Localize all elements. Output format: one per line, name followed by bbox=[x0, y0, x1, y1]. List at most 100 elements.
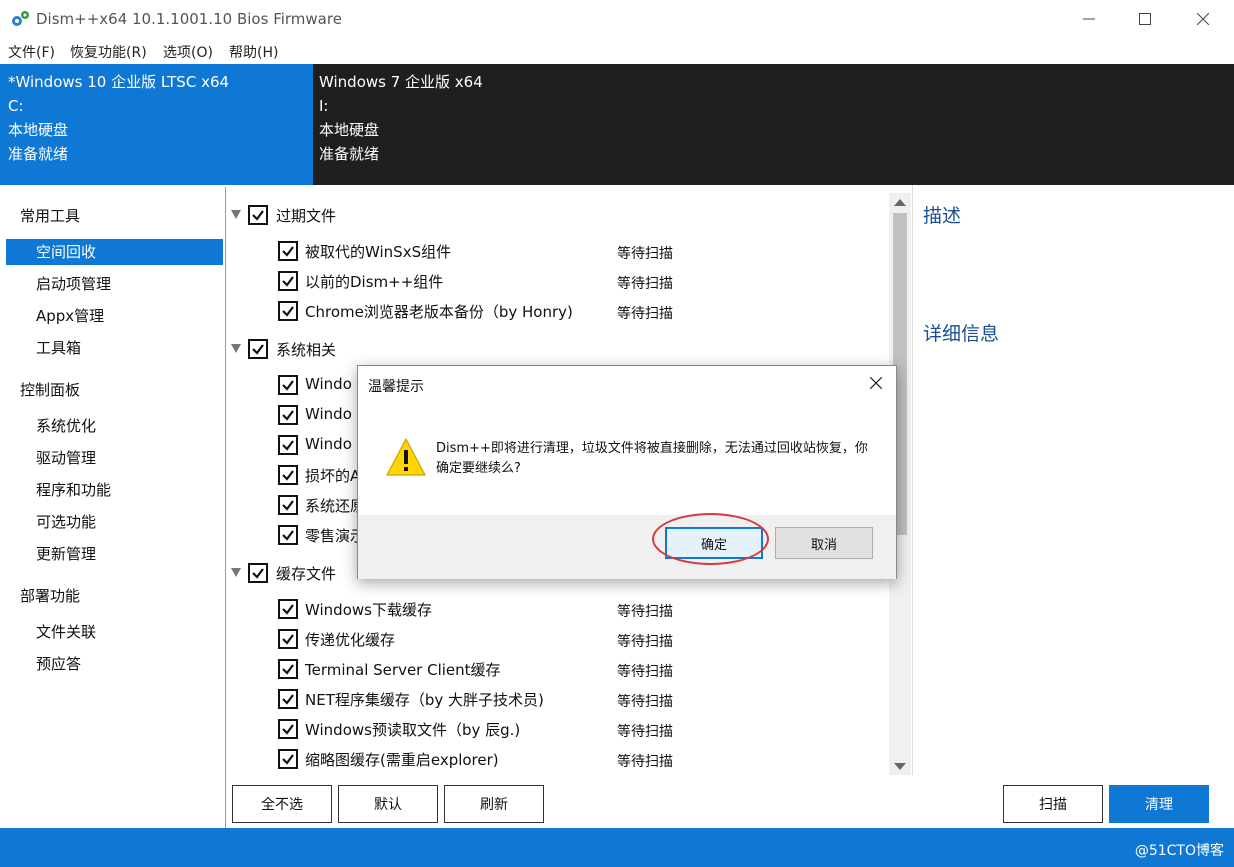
item-label: 以前的Dism++组件 bbox=[305, 273, 444, 291]
scroll-up-icon[interactable] bbox=[894, 199, 906, 206]
check-icon bbox=[282, 694, 294, 705]
dialog-message: Dism++即将进行清理，垃圾文件将被直接删除，无法通过回收站恢复，你确定要继续… bbox=[436, 441, 868, 476]
sidebar-item-answer-file[interactable]: 预应答 bbox=[6, 651, 223, 677]
session-name: *Windows 10 企业版 LTSC x64 bbox=[8, 73, 230, 91]
sidebar-group-common: 常用工具 bbox=[20, 207, 81, 225]
item-checkbox[interactable] bbox=[278, 375, 298, 395]
check-icon bbox=[252, 344, 264, 355]
watermark: @51CTO博客 bbox=[1134, 843, 1224, 859]
item-status: 等待扫描 bbox=[617, 276, 673, 292]
session-type: 本地硬盘 bbox=[319, 121, 380, 139]
group-checkbox[interactable] bbox=[248, 563, 268, 583]
item-checkbox[interactable] bbox=[278, 435, 298, 455]
item-label: 被取代的WinSxS组件 bbox=[305, 243, 452, 261]
group-checkbox[interactable] bbox=[248, 205, 268, 225]
menu-recovery[interactable]: 恢复功能(R) bbox=[70, 42, 147, 62]
item-status: 等待扫描 bbox=[617, 694, 673, 710]
scroll-down-icon[interactable] bbox=[894, 763, 906, 770]
title-bar: Dism++x64 10.1.1001.10 Bios Firmware bbox=[0, 0, 1234, 38]
description-pane: 描述 详细信息 bbox=[912, 185, 1234, 775]
item-label: Windo bbox=[305, 375, 352, 393]
check-icon bbox=[282, 754, 294, 765]
item-status: 等待扫描 bbox=[617, 246, 673, 262]
item-status: 等待扫描 bbox=[617, 724, 673, 740]
item-checkbox[interactable] bbox=[278, 629, 298, 649]
item-checkbox[interactable] bbox=[278, 301, 298, 321]
item-status: 等待扫描 bbox=[617, 664, 673, 680]
check-icon bbox=[282, 500, 294, 511]
item-checkbox[interactable] bbox=[278, 599, 298, 619]
check-icon bbox=[282, 724, 294, 735]
group-checkbox[interactable] bbox=[248, 339, 268, 359]
sidebar-item-updates[interactable]: 更新管理 bbox=[6, 541, 223, 567]
sidebar-item-appx[interactable]: Appx管理 bbox=[6, 303, 223, 329]
sidebar-item-file-assoc[interactable]: 文件关联 bbox=[6, 619, 223, 645]
menu-help[interactable]: 帮助(H) bbox=[229, 42, 278, 62]
check-icon bbox=[282, 246, 294, 257]
status-bar: @51CTO博客 bbox=[0, 828, 1234, 867]
check-icon bbox=[282, 380, 294, 391]
item-label: 损坏的A bbox=[305, 467, 361, 485]
cancel-button[interactable]: 取消 bbox=[775, 527, 873, 559]
collapse-icon[interactable] bbox=[231, 210, 241, 219]
item-status: 等待扫描 bbox=[617, 634, 673, 650]
session-name: Windows 7 企业版 x64 bbox=[319, 73, 483, 91]
sidebar-item-programs[interactable]: 程序和功能 bbox=[6, 477, 223, 503]
item-label: 传递优化缓存 bbox=[305, 631, 396, 649]
session-tile-1[interactable]: *Windows 10 企业版 LTSC x64 C: 本地硬盘 准备就绪 bbox=[0, 64, 313, 185]
gears-icon bbox=[12, 11, 29, 26]
check-icon bbox=[252, 568, 264, 579]
minimize-button[interactable] bbox=[1060, 0, 1118, 38]
item-checkbox[interactable] bbox=[278, 405, 298, 425]
item-checkbox[interactable] bbox=[278, 495, 298, 515]
close-icon bbox=[1197, 13, 1209, 25]
dialog-close-button[interactable] bbox=[864, 372, 888, 394]
session-bar: *Windows 10 企业版 LTSC x64 C: 本地硬盘 准备就绪 Wi… bbox=[0, 64, 1234, 185]
check-icon bbox=[282, 306, 294, 317]
item-label: Windows预读取文件（by 辰g.) bbox=[305, 721, 521, 739]
scan-button[interactable]: 扫描 bbox=[1003, 785, 1103, 823]
menu-options[interactable]: 选项(O) bbox=[163, 42, 213, 62]
group-label: 缓存文件 bbox=[276, 565, 337, 583]
check-icon bbox=[282, 440, 294, 451]
dialog-footer: 确定 取消 bbox=[358, 515, 896, 579]
check-icon bbox=[282, 470, 294, 481]
sidebar-item-features[interactable]: 可选功能 bbox=[6, 509, 223, 535]
dialog-title: 温馨提示 bbox=[368, 379, 424, 395]
item-label: 系统还原 bbox=[305, 497, 366, 515]
item-checkbox[interactable] bbox=[278, 465, 298, 485]
item-checkbox[interactable] bbox=[278, 719, 298, 739]
confirm-dialog: 温馨提示 Dism++即将进行清理，垃圾文件将被直接删除，无法通过回收站恢复，你… bbox=[357, 365, 897, 579]
close-button[interactable] bbox=[1174, 0, 1232, 38]
item-checkbox[interactable] bbox=[278, 659, 298, 679]
clean-button[interactable]: 清理 bbox=[1109, 785, 1209, 823]
sidebar-item-optimize[interactable]: 系统优化 bbox=[6, 413, 223, 439]
sidebar-item-startup[interactable]: 启动项管理 bbox=[6, 271, 223, 297]
collapse-icon[interactable] bbox=[231, 344, 241, 353]
check-icon bbox=[282, 530, 294, 541]
item-status: 等待扫描 bbox=[617, 306, 673, 322]
window-title: Dism++x64 10.1.1001.10 Bios Firmware bbox=[36, 10, 342, 28]
sidebar-item-toolbox[interactable]: 工具箱 bbox=[6, 335, 223, 361]
sidebar-item-drivers[interactable]: 驱动管理 bbox=[6, 445, 223, 471]
check-icon bbox=[282, 664, 294, 675]
sidebar-item-space-reclaim[interactable]: 空间回收 bbox=[6, 239, 223, 265]
session-tile-2[interactable]: Windows 7 企业版 x64 I: 本地硬盘 准备就绪 bbox=[311, 64, 611, 185]
session-type: 本地硬盘 bbox=[8, 121, 69, 139]
maximize-button[interactable] bbox=[1116, 0, 1174, 38]
deselect-all-button[interactable]: 全不选 bbox=[232, 785, 332, 823]
menu-file[interactable]: 文件(F) bbox=[8, 42, 55, 62]
item-checkbox[interactable] bbox=[278, 241, 298, 261]
check-icon bbox=[282, 634, 294, 645]
item-label: 零售演示 bbox=[305, 527, 366, 545]
item-label: Windows下载缓存 bbox=[305, 601, 432, 619]
collapse-icon[interactable] bbox=[231, 568, 241, 577]
item-checkbox[interactable] bbox=[278, 689, 298, 709]
item-checkbox[interactable] bbox=[278, 271, 298, 291]
default-button[interactable]: 默认 bbox=[338, 785, 438, 823]
item-label: Windo bbox=[305, 405, 352, 423]
annotation-ellipse bbox=[652, 513, 769, 565]
refresh-button[interactable]: 刷新 bbox=[444, 785, 544, 823]
item-checkbox[interactable] bbox=[278, 525, 298, 545]
item-checkbox[interactable] bbox=[278, 749, 298, 769]
